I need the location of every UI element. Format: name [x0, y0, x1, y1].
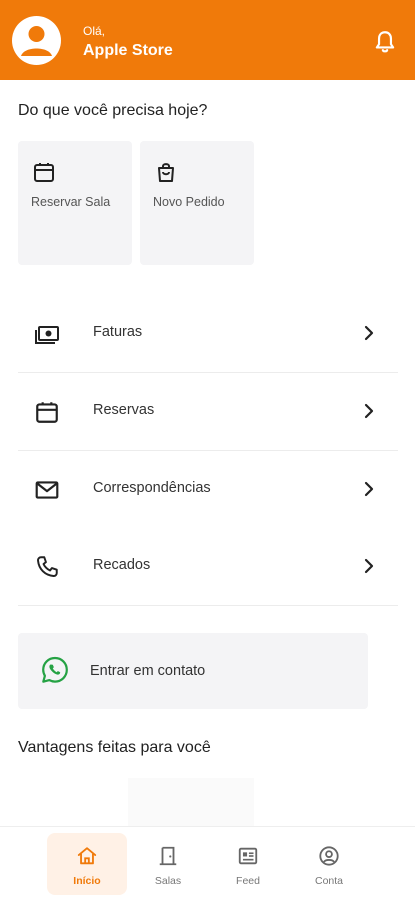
- mail-icon: [34, 477, 60, 503]
- nav-inicio[interactable]: Início: [47, 833, 127, 895]
- nav-conta[interactable]: Conta: [289, 833, 369, 895]
- phone-icon: [34, 554, 60, 580]
- menu-item-reservas[interactable]: Reservas: [18, 373, 398, 450]
- card-label: Novo Pedido: [153, 195, 225, 209]
- nav-label: Salas: [154, 875, 182, 887]
- whatsapp-icon: [40, 655, 70, 685]
- menu-label: Faturas: [93, 324, 143, 340]
- menu-item-recados[interactable]: Recados: [18, 528, 398, 605]
- menu-item-faturas[interactable]: Faturas: [18, 295, 398, 372]
- menu-label: Correspondências: [93, 480, 211, 496]
- door-icon: [157, 845, 179, 867]
- benefits-placeholder: [128, 778, 254, 826]
- greeting-text: Olá,: [83, 24, 106, 38]
- avatar[interactable]: [12, 16, 61, 65]
- reservar-sala-card[interactable]: Reservar Sala: [18, 141, 132, 265]
- chevron-right-icon: [359, 556, 379, 576]
- store-name: Apple Store: [83, 42, 173, 59]
- calendar-icon: [32, 160, 56, 184]
- bottom-nav: Início Salas Feed Conta: [0, 826, 415, 900]
- home-icon: [76, 845, 98, 867]
- quick-actions-title: Do que você precisa hoje?: [18, 102, 208, 119]
- contact-button[interactable]: Entrar em contato: [18, 633, 368, 709]
- menu-item-correspondencias[interactable]: Correspondências: [18, 451, 398, 528]
- shopping-bag-icon: [154, 160, 178, 184]
- benefits-title: Vantagens feitas para você: [18, 739, 211, 756]
- nav-label: Feed: [236, 875, 260, 887]
- nav-label: Conta: [314, 875, 344, 887]
- divider: [18, 605, 398, 606]
- chevron-right-icon: [359, 479, 379, 499]
- contact-label: Entrar em contato: [90, 663, 206, 679]
- chevron-right-icon: [359, 323, 379, 343]
- user-icon: [21, 26, 52, 56]
- novo-pedido-card[interactable]: Novo Pedido: [140, 141, 254, 265]
- menu-label: Recados: [93, 557, 151, 573]
- nav-salas[interactable]: Salas: [128, 833, 208, 895]
- app-header: Olá, Apple Store: [0, 0, 415, 80]
- chevron-right-icon: [359, 401, 379, 421]
- money-icon: [34, 321, 60, 347]
- menu-label: Reservas: [93, 402, 155, 418]
- card-label: Reservar Sala: [31, 195, 111, 209]
- nav-label: Início: [73, 875, 101, 887]
- nav-feed[interactable]: Feed: [208, 833, 288, 895]
- bell-icon[interactable]: [372, 29, 398, 55]
- news-icon: [237, 845, 259, 867]
- calendar-icon: [34, 399, 60, 425]
- account-icon: [318, 845, 340, 867]
